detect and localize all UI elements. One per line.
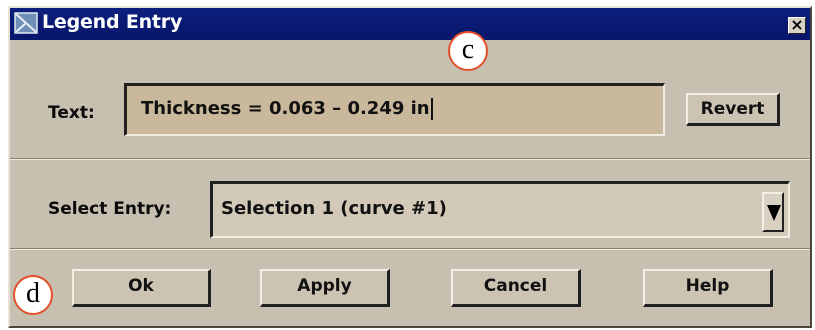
window-app-icon bbox=[14, 12, 38, 34]
revert-button-label: Revert bbox=[700, 99, 765, 119]
ok-button[interactable]: Ok bbox=[72, 269, 211, 307]
separator-top bbox=[10, 158, 810, 160]
help-button[interactable]: Help bbox=[643, 269, 773, 307]
select-entry-label: Select Entry: bbox=[48, 199, 172, 219]
select-entry-dropdown[interactable]: Selection 1 (curve #1) bbox=[210, 181, 790, 238]
legend-entry-dialog: Legend Entry × c Text: Thickness = 0.063… bbox=[8, 6, 812, 328]
apply-button-label: Apply bbox=[297, 276, 352, 296]
ok-button-label: Ok bbox=[128, 276, 154, 296]
select-entry-value: Selection 1 (curve #1) bbox=[221, 198, 447, 219]
text-label: Text: bbox=[48, 103, 95, 123]
callout-c: c bbox=[448, 31, 488, 71]
help-button-label: Help bbox=[685, 276, 730, 296]
callout-d: d bbox=[13, 275, 53, 315]
text-field-value: Thickness = 0.063 – 0.249 in bbox=[141, 98, 430, 119]
separator-bottom bbox=[10, 248, 810, 250]
title-bar[interactable]: Legend Entry × bbox=[10, 8, 810, 40]
window-title: Legend Entry bbox=[42, 11, 183, 33]
text-cursor-icon bbox=[430, 98, 433, 120]
text-field[interactable]: Thickness = 0.063 – 0.249 in bbox=[124, 83, 665, 136]
apply-button[interactable]: Apply bbox=[260, 269, 390, 307]
close-button[interactable]: × bbox=[788, 17, 806, 34]
close-icon: × bbox=[790, 15, 804, 34]
revert-button[interactable]: Revert bbox=[686, 93, 780, 126]
dropdown-arrow-button[interactable] bbox=[762, 192, 784, 232]
cancel-button-label: Cancel bbox=[483, 276, 548, 296]
cancel-button[interactable]: Cancel bbox=[451, 269, 581, 307]
chevron-down-icon bbox=[767, 205, 781, 221]
